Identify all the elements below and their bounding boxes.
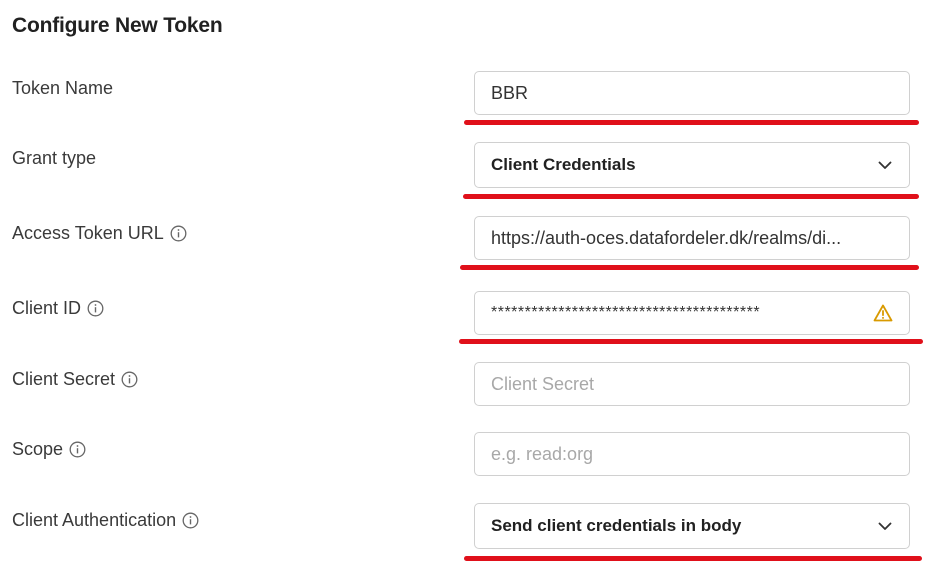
client-secret-label-text: Client Secret	[12, 369, 116, 389]
info-icon[interactable]	[87, 300, 104, 317]
info-icon[interactable]	[121, 371, 138, 388]
scope-label: Scope	[12, 439, 86, 460]
client-authentication-label: Client Authentication	[12, 510, 199, 531]
highlight-underline-grant-type	[463, 194, 919, 199]
token-name-label: Token Name	[12, 78, 113, 99]
client-secret-label: Client Secret	[12, 369, 138, 390]
page-title: Configure New Token	[12, 14, 223, 37]
client-secret-input[interactable]: Client Secret	[474, 362, 910, 406]
client-secret-placeholder: Client Secret	[491, 373, 595, 394]
info-icon[interactable]	[182, 512, 199, 529]
client-id-input[interactable]: ****************************************	[474, 291, 910, 335]
scope-label-text: Scope	[12, 439, 64, 459]
token-name-value: BBR	[491, 82, 529, 103]
access-token-url-input[interactable]: https://auth-oces.datafordeler.dk/realms…	[474, 216, 910, 260]
warning-icon[interactable]	[873, 304, 893, 322]
highlight-underline-client-id	[459, 339, 923, 344]
highlight-underline-client-authentication	[464, 556, 922, 561]
grant-type-label: Grant type	[12, 148, 96, 169]
token-name-input[interactable]: BBR	[474, 71, 910, 115]
info-icon[interactable]	[170, 225, 187, 242]
client-authentication-select[interactable]: Send client credentials in body	[474, 503, 910, 549]
access-token-url-label: Access Token URL	[12, 223, 187, 244]
client-authentication-label-text: Client Authentication	[12, 510, 177, 530]
scope-input[interactable]: e.g. read:org	[474, 432, 910, 476]
client-id-value: ****************************************	[491, 304, 761, 321]
client-id-label: Client ID	[12, 298, 104, 319]
client-authentication-value: Send client credentials in body	[491, 516, 742, 535]
chevron-down-icon	[877, 518, 893, 534]
access-token-url-value: https://auth-oces.datafordeler.dk/realms…	[491, 227, 842, 248]
grant-type-label-text: Grant type	[12, 148, 97, 168]
grant-type-value: Client Credentials	[491, 155, 636, 174]
chevron-down-icon	[877, 157, 893, 173]
highlight-underline-access-token-url	[460, 265, 919, 270]
token-name-label-text: Token Name	[12, 78, 114, 98]
info-icon[interactable]	[69, 441, 86, 458]
scope-placeholder: e.g. read:org	[491, 443, 594, 464]
grant-type-select[interactable]: Client Credentials	[474, 142, 910, 188]
client-id-label-text: Client ID	[12, 298, 82, 318]
highlight-underline-token-name	[464, 120, 919, 125]
access-token-url-label-text: Access Token URL	[12, 223, 164, 243]
